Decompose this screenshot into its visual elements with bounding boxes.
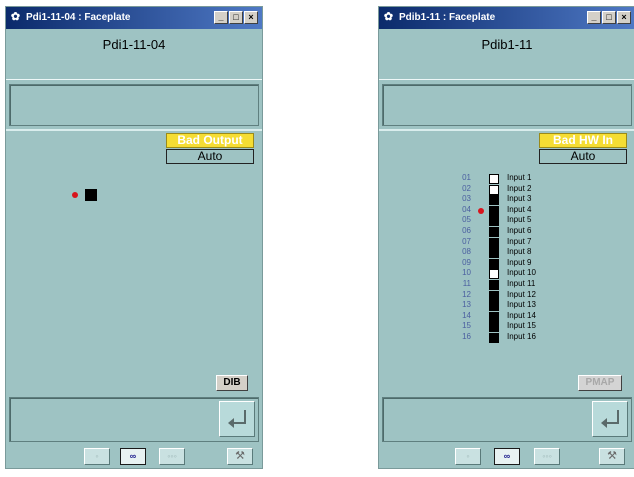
app-icon: ✿ [383, 11, 394, 23]
input-number: 16 [462, 332, 471, 341]
input-state-indicator[interactable] [489, 312, 499, 322]
dib-button[interactable]: DIB [216, 375, 248, 391]
input-number: 01 [462, 173, 471, 182]
input-state-indicator[interactable] [489, 195, 499, 205]
maximize-button[interactable]: □ [602, 11, 616, 24]
input-state-indicator[interactable] [489, 322, 499, 332]
input-state-indicator[interactable] [489, 333, 499, 343]
window-title: Pdib1-11 : Faceplate [399, 12, 496, 23]
input-state-indicator[interactable] [489, 227, 499, 237]
input-number: 04 [462, 205, 471, 214]
input-label: Input 7 [507, 237, 532, 246]
divider [6, 79, 262, 80]
mode-button[interactable]: Auto [166, 149, 254, 164]
enter-button[interactable] [592, 401, 628, 437]
input-state-indicator[interactable] [489, 238, 499, 248]
minimize-button[interactable]: _ [214, 11, 228, 24]
prev-view-button[interactable]: ◦ [84, 448, 110, 465]
input-number: 15 [462, 321, 471, 330]
input-number: 08 [462, 247, 471, 256]
divider [379, 129, 634, 131]
input-label: Input 13 [507, 300, 536, 309]
faceplate-window-pdi1-11-04: ✿ Pdi1-11-04 : Faceplate _ □ × Pdi1-11-0… [5, 6, 263, 469]
navigation-bar: ◦ ∞ ◦◦◦ ⚒ [379, 445, 634, 467]
input-number: 05 [462, 215, 471, 224]
wrench-icon[interactable]: ⚒ [599, 448, 625, 465]
input-state-indicator[interactable] [489, 174, 499, 184]
divider [379, 79, 634, 80]
input-label: Input 16 [507, 332, 536, 341]
tag-name: Pdib1-11 [481, 37, 533, 52]
input-number: 14 [462, 311, 471, 320]
input-state-indicator[interactable] [489, 248, 499, 258]
output-state-indicator[interactable] [85, 189, 97, 201]
tag-name: Pdi1-11-04 [102, 37, 166, 52]
enter-button[interactable] [219, 401, 255, 437]
input-label: Input 6 [507, 226, 532, 235]
input-label: Input 10 [507, 268, 536, 277]
pmap-button[interactable]: PMAP [578, 375, 622, 391]
entry-area [382, 397, 632, 442]
input-state-indicator[interactable] [489, 185, 499, 195]
input-state-indicator[interactable] [489, 291, 499, 301]
input-state-indicator[interactable] [489, 280, 499, 290]
close-button[interactable]: × [244, 11, 258, 24]
window-title: Pdi1-11-04 : Faceplate [26, 12, 131, 23]
input-label: Input 2 [507, 184, 532, 193]
message-area [9, 84, 259, 126]
minimize-button[interactable]: _ [587, 11, 601, 24]
input-label: Input 8 [507, 247, 532, 256]
next-view-button[interactable]: ◦◦◦ [534, 448, 560, 465]
divider [6, 129, 262, 131]
input-state-indicator[interactable] [489, 301, 499, 311]
message-area [382, 84, 632, 126]
maximize-button[interactable]: □ [229, 11, 243, 24]
input-state-indicator[interactable] [489, 216, 499, 226]
prev-view-button[interactable]: ◦ [455, 448, 481, 465]
faceplate-window-pdib1-11: ✿ Pdib1-11 : Faceplate _ □ × Pdib1-11 Ba… [378, 6, 634, 469]
input-state-indicator[interactable] [489, 206, 499, 216]
input-number: 11 [462, 279, 471, 288]
input-label: Input 4 [507, 205, 532, 214]
input-number: 10 [462, 268, 471, 277]
input-number: 03 [462, 194, 471, 203]
input-label: Input 11 [507, 279, 536, 288]
input-number: 06 [462, 226, 471, 235]
entry-area [9, 397, 259, 442]
close-button[interactable]: × [617, 11, 631, 24]
alarm-status-badge: Bad Output [166, 133, 254, 148]
navigation-bar: ◦ ∞ ◦◦◦ ⚒ [6, 445, 262, 467]
input-label: Input 1 [507, 173, 532, 182]
selection-marker-dot [72, 192, 78, 198]
app-icon: ✿ [10, 11, 21, 23]
wrench-icon[interactable]: ⚒ [227, 448, 253, 465]
input-label: Input 12 [507, 290, 536, 299]
enter-arrow-icon [228, 410, 246, 428]
input-number: 02 [462, 184, 471, 193]
link-view-button[interactable]: ∞ [120, 448, 146, 465]
next-view-button[interactable]: ◦◦◦ [159, 448, 185, 465]
input-state-indicator[interactable] [489, 259, 499, 269]
link-view-button[interactable]: ∞ [494, 448, 520, 465]
selection-marker-dot [478, 208, 484, 214]
input-number: 07 [462, 237, 471, 246]
enter-arrow-icon [601, 410, 619, 428]
input-label: Input 14 [507, 311, 536, 320]
input-number: 12 [462, 290, 471, 299]
input-label: Input 9 [507, 258, 532, 267]
alarm-status-badge: Bad HW In [539, 133, 627, 148]
input-label: Input 3 [507, 194, 532, 203]
mode-button[interactable]: Auto [539, 149, 627, 164]
input-number: 09 [462, 258, 471, 267]
input-number: 13 [462, 300, 471, 309]
input-label: Input 5 [507, 215, 532, 224]
input-state-indicator[interactable] [489, 269, 499, 279]
input-label: Input 15 [507, 321, 536, 330]
